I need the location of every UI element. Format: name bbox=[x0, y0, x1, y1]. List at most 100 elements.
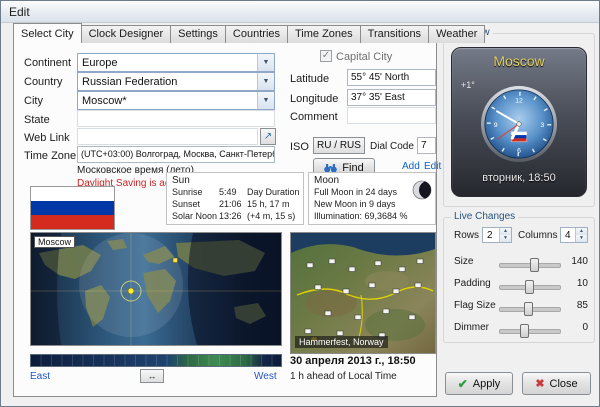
time-of-day-bar[interactable] bbox=[30, 354, 282, 367]
dimmer-slider-thumb[interactable] bbox=[520, 324, 529, 338]
apply-button[interactable]: ✔ Apply bbox=[445, 372, 513, 395]
time-zone-label: Time Zone bbox=[24, 150, 76, 162]
columns-value: 4 bbox=[565, 230, 571, 241]
tab-settings[interactable]: Settings bbox=[170, 25, 226, 43]
detail-map-graphic bbox=[291, 233, 435, 353]
dial-code-value: 7 bbox=[421, 140, 427, 151]
web-link-field[interactable] bbox=[77, 128, 258, 145]
clock-temperature: +1° bbox=[461, 80, 475, 90]
selected-city-dot bbox=[128, 288, 134, 294]
country-combobox[interactable]: Russian Federation ▼ bbox=[77, 72, 275, 91]
iso-code-button[interactable]: RU / RUS bbox=[313, 137, 365, 154]
edit-link[interactable]: Edit bbox=[424, 161, 441, 172]
edit-dialog: Edit Select City Clock Designer Settings… bbox=[0, 0, 600, 407]
add-link[interactable]: Add bbox=[402, 161, 420, 172]
moon-panel-title: Moon bbox=[314, 175, 339, 186]
chevron-down-icon[interactable]: ▼ bbox=[257, 73, 274, 90]
capital-city-checkbox[interactable]: ✓ bbox=[320, 50, 332, 62]
detail-map[interactable]: Hammerfest, Norway bbox=[290, 232, 436, 354]
russia-flag bbox=[30, 186, 115, 230]
sunset-label: Sunset bbox=[172, 199, 200, 209]
padding-slider[interactable] bbox=[499, 285, 561, 290]
open-web-link-button[interactable]: ↗ bbox=[260, 128, 276, 145]
size-label: Size bbox=[454, 256, 473, 267]
tab-countries[interactable]: Countries bbox=[225, 25, 288, 43]
size-slider-thumb[interactable] bbox=[530, 258, 539, 272]
columns-spinner[interactable]: 4 ▲ ▼ bbox=[560, 227, 588, 243]
world-map[interactable]: Moscow bbox=[30, 232, 282, 346]
state-field[interactable] bbox=[77, 110, 275, 127]
size-slider[interactable] bbox=[499, 263, 561, 268]
longitude-field[interactable]: 37° 35' East bbox=[347, 89, 436, 106]
tab-select-city[interactable]: Select City bbox=[13, 23, 82, 43]
size-value: 140 bbox=[556, 256, 588, 267]
center-map-button[interactable]: ↔ bbox=[140, 369, 164, 383]
sunrise-label: Sunrise bbox=[172, 187, 203, 197]
tab-time-zones[interactable]: Time Zones bbox=[287, 25, 361, 43]
latitude-value: 55° 45' North bbox=[351, 72, 409, 83]
padding-slider-row: Padding 10 bbox=[444, 276, 592, 296]
longitude-label: Longitude bbox=[290, 93, 338, 105]
sun-panel-title: Sun bbox=[172, 175, 190, 186]
time-zone-value: (UTC+03:00) Волгоград, Москва, Санкт-Пет… bbox=[81, 149, 275, 159]
tab-bar: Select City Clock Designer Settings Coun… bbox=[13, 25, 484, 43]
columns-label: Columns bbox=[518, 230, 557, 241]
flag-size-value: 85 bbox=[556, 300, 588, 311]
day-duration-delta: (+4 m, 15 s) bbox=[247, 211, 295, 221]
time-bar-ticks bbox=[31, 355, 281, 366]
dial-code-label: Dial Code bbox=[370, 141, 414, 152]
tab-transitions[interactable]: Transitions bbox=[360, 25, 429, 43]
day-duration-value: 15 h, 17 m bbox=[247, 199, 290, 209]
rows-value: 2 bbox=[487, 230, 493, 241]
tab-weather[interactable]: Weather bbox=[428, 25, 485, 43]
latitude-field[interactable]: 55° 45' North bbox=[347, 69, 436, 86]
padding-label: Padding bbox=[454, 278, 491, 289]
state-label: State bbox=[24, 114, 50, 126]
city-combobox[interactable]: Moscow* ▼ bbox=[77, 91, 275, 110]
illumination-text: Illumination: 69,3684 % bbox=[314, 211, 408, 221]
size-slider-row: Size 140 bbox=[444, 254, 592, 274]
window-title: Edit bbox=[9, 5, 30, 19]
capital-city-label: Capital City bbox=[336, 51, 392, 63]
tab-panel-select-city: Continent Europe ▼ Country Russian Feder… bbox=[13, 42, 437, 397]
continent-combobox[interactable]: Europe ▼ bbox=[77, 53, 275, 72]
continent-value: Europe bbox=[82, 57, 117, 69]
city-value: Moscow* bbox=[82, 95, 127, 107]
flag-size-slider[interactable] bbox=[499, 307, 561, 312]
sunrise-value: 5:49 bbox=[219, 187, 237, 197]
title-bar[interactable]: Edit bbox=[1, 1, 599, 23]
external-link-icon: ↗ bbox=[264, 131, 272, 142]
comment-field[interactable] bbox=[347, 107, 436, 124]
close-icon: ✖ bbox=[535, 377, 544, 390]
continent-label: Continent bbox=[24, 57, 71, 69]
country-value: Russian Federation bbox=[82, 76, 177, 88]
full-moon-text: Full Moon in 24 days bbox=[314, 187, 397, 197]
live-changes-title: Live Changes bbox=[451, 211, 518, 222]
latitude-label: Latitude bbox=[290, 73, 329, 85]
iso-label: ISO bbox=[290, 141, 309, 153]
rows-spinner[interactable]: 2 ▲ ▼ bbox=[482, 227, 512, 243]
flag-size-slider-thumb[interactable] bbox=[524, 302, 533, 316]
spinner-down-icon[interactable]: ▼ bbox=[575, 235, 587, 242]
dial-code-field[interactable]: 7 bbox=[417, 137, 436, 154]
close-button[interactable]: ✖ Close bbox=[522, 372, 591, 395]
padding-slider-thumb[interactable] bbox=[525, 280, 534, 294]
dimmer-slider[interactable] bbox=[499, 329, 561, 334]
left-right-arrow-icon: ↔ bbox=[148, 371, 157, 381]
svg-text:9: 9 bbox=[494, 122, 498, 129]
map-marker-label: Moscow bbox=[34, 236, 75, 248]
spinner-down-icon[interactable]: ▼ bbox=[499, 235, 511, 242]
detail-map-caption: Hammerfest, Norway bbox=[295, 336, 388, 348]
local-time-offset: 1 h ahead of Local Time bbox=[290, 371, 397, 382]
svg-text:12: 12 bbox=[515, 98, 523, 105]
longitude-value: 37° 35' East bbox=[351, 92, 405, 103]
time-zone-field[interactable]: (UTC+03:00) Волгоград, Москва, Санкт-Пет… bbox=[77, 146, 275, 163]
dimmer-slider-row: Dimmer 0 bbox=[444, 320, 592, 340]
clock-preview-widget[interactable]: Moscow +1° 12369 bbox=[451, 47, 587, 197]
tab-clock-designer[interactable]: Clock Designer bbox=[81, 25, 172, 43]
checkmark-icon: ✓ bbox=[322, 50, 330, 61]
chevron-down-icon[interactable]: ▼ bbox=[257, 92, 274, 109]
chevron-down-icon[interactable]: ▼ bbox=[257, 54, 274, 71]
new-moon-text: New Moon in 9 days bbox=[314, 199, 396, 209]
moon-info-panel: Moon Full Moon in 24 days New Moon in 9 … bbox=[308, 172, 436, 225]
